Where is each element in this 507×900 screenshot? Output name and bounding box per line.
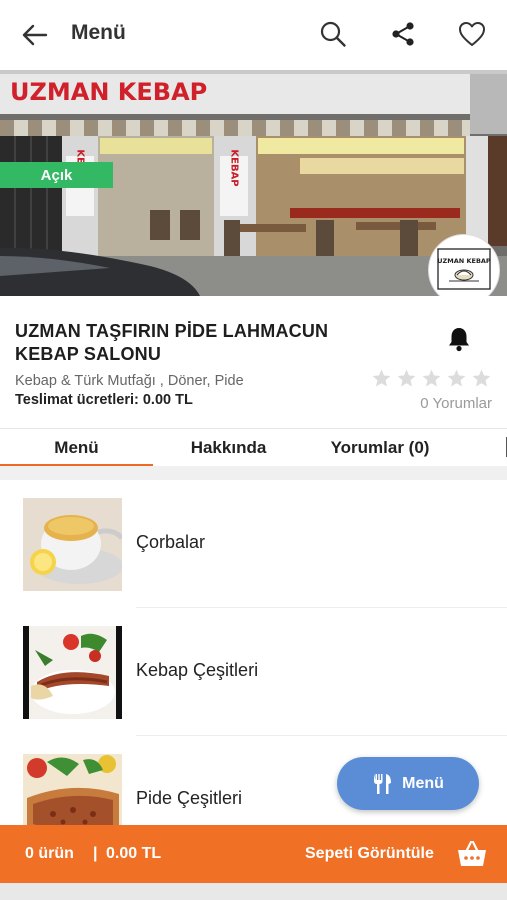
view-cart-button[interactable]: Sepeti Görüntüle <box>305 845 434 863</box>
search-icon[interactable] <box>315 16 351 52</box>
shop-sign-text: UZMAN KEBAP <box>10 78 207 106</box>
tab-about[interactable]: Hakkında <box>153 429 304 467</box>
bell-icon[interactable] <box>446 326 472 352</box>
menu-fab-label: Menü <box>402 774 444 792</box>
soup-image <box>23 498 122 591</box>
kebab-image <box>23 626 122 719</box>
cart-item-count: 0 ürün <box>25 845 74 862</box>
reviews-count[interactable]: 0 Yorumlar <box>420 395 492 412</box>
tab-menu[interactable]: Menü <box>0 429 153 467</box>
star-icon <box>472 369 491 387</box>
logo-text: UZMAN KEBAP <box>437 257 491 265</box>
star-icon <box>397 369 416 387</box>
heart-icon[interactable] <box>454 16 490 52</box>
menu-fab-button[interactable]: Menü <box>337 757 479 810</box>
pide-image <box>23 754 122 825</box>
delivery-fee: Teslimat ücretleri: 0.00 TL <box>15 392 193 408</box>
top-bar: Menü <box>0 0 507 68</box>
cart-bar[interactable]: 0 ürün | 0.00 TL Sepeti Görüntüle <box>0 825 507 883</box>
restaurant-info: UZMAN TAŞFIRIN PİDE LAHMACUN KEBAP SALON… <box>0 296 507 428</box>
list-item[interactable]: Çorbalar <box>0 480 507 608</box>
restaurant-name: UZMAN TAŞFIRIN PİDE LAHMACUN KEBAP SALON… <box>15 321 329 364</box>
star-icon <box>422 369 441 387</box>
cart-total: 0.00 TL <box>106 845 162 862</box>
section-gap <box>0 466 507 480</box>
back-arrow-icon[interactable] <box>18 18 52 52</box>
category-label: Pide Çeşitleri <box>136 788 243 808</box>
category-label: Kebap Çeşitleri <box>136 660 259 680</box>
category-label: Çorbalar <box>136 532 206 552</box>
cuisine-types: Kebap & Türk Mutfağı , Döner, Pide <box>15 373 244 389</box>
list-item[interactable]: Kebap Çeşitleri <box>0 608 507 736</box>
tab-reviews[interactable]: Yorumlar (0) <box>304 429 456 467</box>
star-icon <box>372 369 391 387</box>
rating-stars <box>371 368 492 389</box>
tab-bar: Menü Hakkında Yorumlar (0) <box>0 428 507 467</box>
share-icon[interactable] <box>385 16 421 52</box>
star-icon <box>447 369 466 387</box>
cart-separator: | <box>93 845 98 862</box>
basket-icon[interactable] <box>457 840 487 868</box>
page-title: Menü <box>71 21 126 44</box>
cutlery-icon <box>374 773 392 794</box>
app-screen: Menü UZMAN KEBAP KEBAP Açık UZMAN KEBAP … <box>0 0 507 900</box>
status-badge: Açık <box>0 162 113 188</box>
column-sign-right: KEBAP <box>229 149 240 186</box>
bottom-strip <box>0 883 507 900</box>
